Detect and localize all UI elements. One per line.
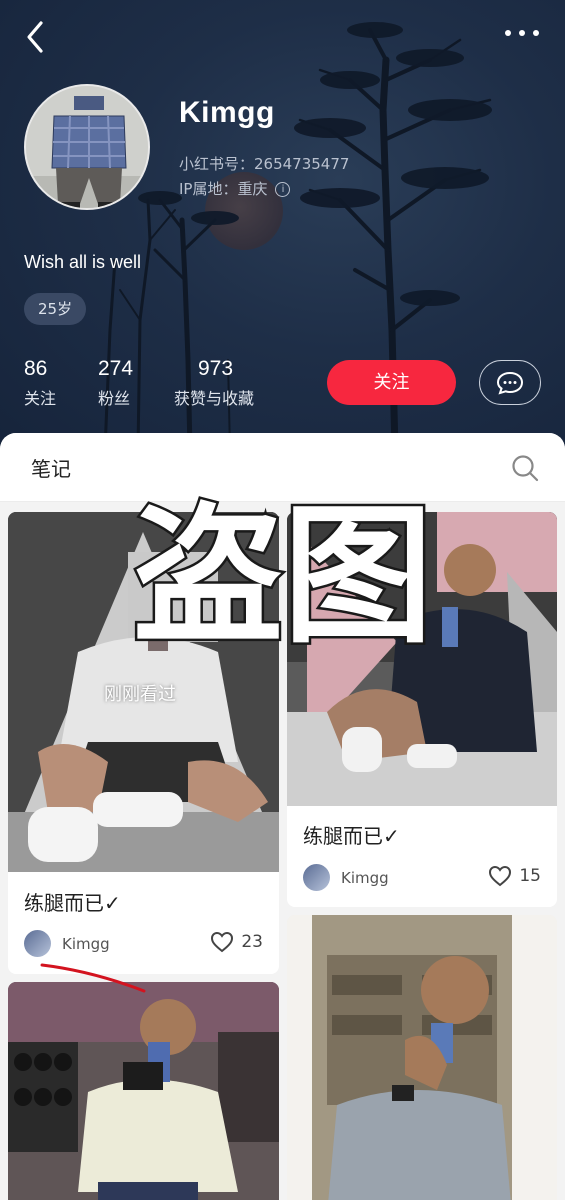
watermark-text: 盗图 — [133, 496, 433, 650]
like-count: 23 — [241, 932, 263, 952]
chevron-left-icon — [27, 21, 43, 53]
avatar[interactable] — [24, 84, 150, 210]
user-id: 小红书号：2654735477 — [179, 155, 350, 173]
stat-likes-collections[interactable]: 973 获赞与收藏 — [174, 357, 254, 409]
info-icon[interactable]: i — [275, 182, 291, 197]
stat-label: 关注 — [24, 389, 57, 408]
stat-followers[interactable]: 274 粉丝 — [98, 357, 133, 409]
more-dot — [519, 30, 525, 36]
note-card[interactable] — [287, 915, 557, 1200]
more-options-button[interactable] — [505, 24, 541, 44]
stat-following[interactable]: 86 关注 — [24, 357, 56, 409]
username: Kimgg — [179, 96, 275, 129]
watermark-stamp: 盗图 — [130, 496, 435, 650]
stat-number: 973 — [198, 357, 234, 380]
note-title: 练腿而已✓ — [303, 824, 400, 848]
note-cover-image — [287, 915, 557, 1200]
tab-notes[interactable]: 笔记 — [31, 453, 71, 482]
note-author[interactable]: Kimgg — [303, 864, 389, 891]
avatar-photo — [26, 86, 148, 208]
more-dots-icon — [505, 30, 511, 36]
tab-bar: 笔记 — [0, 433, 565, 502]
heart-outline-icon — [489, 865, 512, 887]
stat-label: 粉丝 — [98, 389, 131, 408]
follow-button[interactable]: 关注 — [327, 360, 456, 405]
message-button[interactable] — [479, 360, 541, 405]
note-card[interactable] — [8, 982, 279, 1200]
note-author[interactable]: Kimgg — [24, 930, 110, 957]
profile-header: Kimgg 小红书号：2654735477 IP属地：重庆 i Wish all … — [0, 0, 565, 450]
ip-location: IP属地：重庆 i — [179, 178, 291, 199]
age-tag: 25岁 — [24, 293, 87, 325]
back-button[interactable] — [22, 20, 52, 54]
stat-number: 274 — [98, 357, 134, 380]
note-title: 练腿而已✓ — [24, 891, 121, 915]
red-annotation-stroke — [40, 963, 146, 993]
ip-location-text: IP属地：重庆 — [179, 180, 268, 198]
heart-outline-icon — [211, 931, 234, 953]
stat-label: 获赞与收藏 — [174, 389, 255, 408]
note-cover-image — [8, 982, 279, 1200]
like-count: 15 — [519, 866, 541, 886]
author-name: Kimgg — [62, 934, 110, 953]
author-avatar — [24, 930, 51, 957]
stat-number: 86 — [24, 357, 48, 380]
search-icon[interactable] — [511, 454, 539, 482]
chat-bubble-icon — [496, 371, 523, 394]
bio: Wish all is well — [24, 252, 142, 272]
author-avatar — [303, 864, 330, 891]
author-name: Kimgg — [341, 868, 389, 887]
like-button[interactable]: 15 — [488, 865, 541, 887]
like-button[interactable]: 23 — [210, 931, 263, 953]
recently-viewed-label: 刚刚看过 — [104, 684, 176, 705]
more-dot — [533, 30, 539, 36]
